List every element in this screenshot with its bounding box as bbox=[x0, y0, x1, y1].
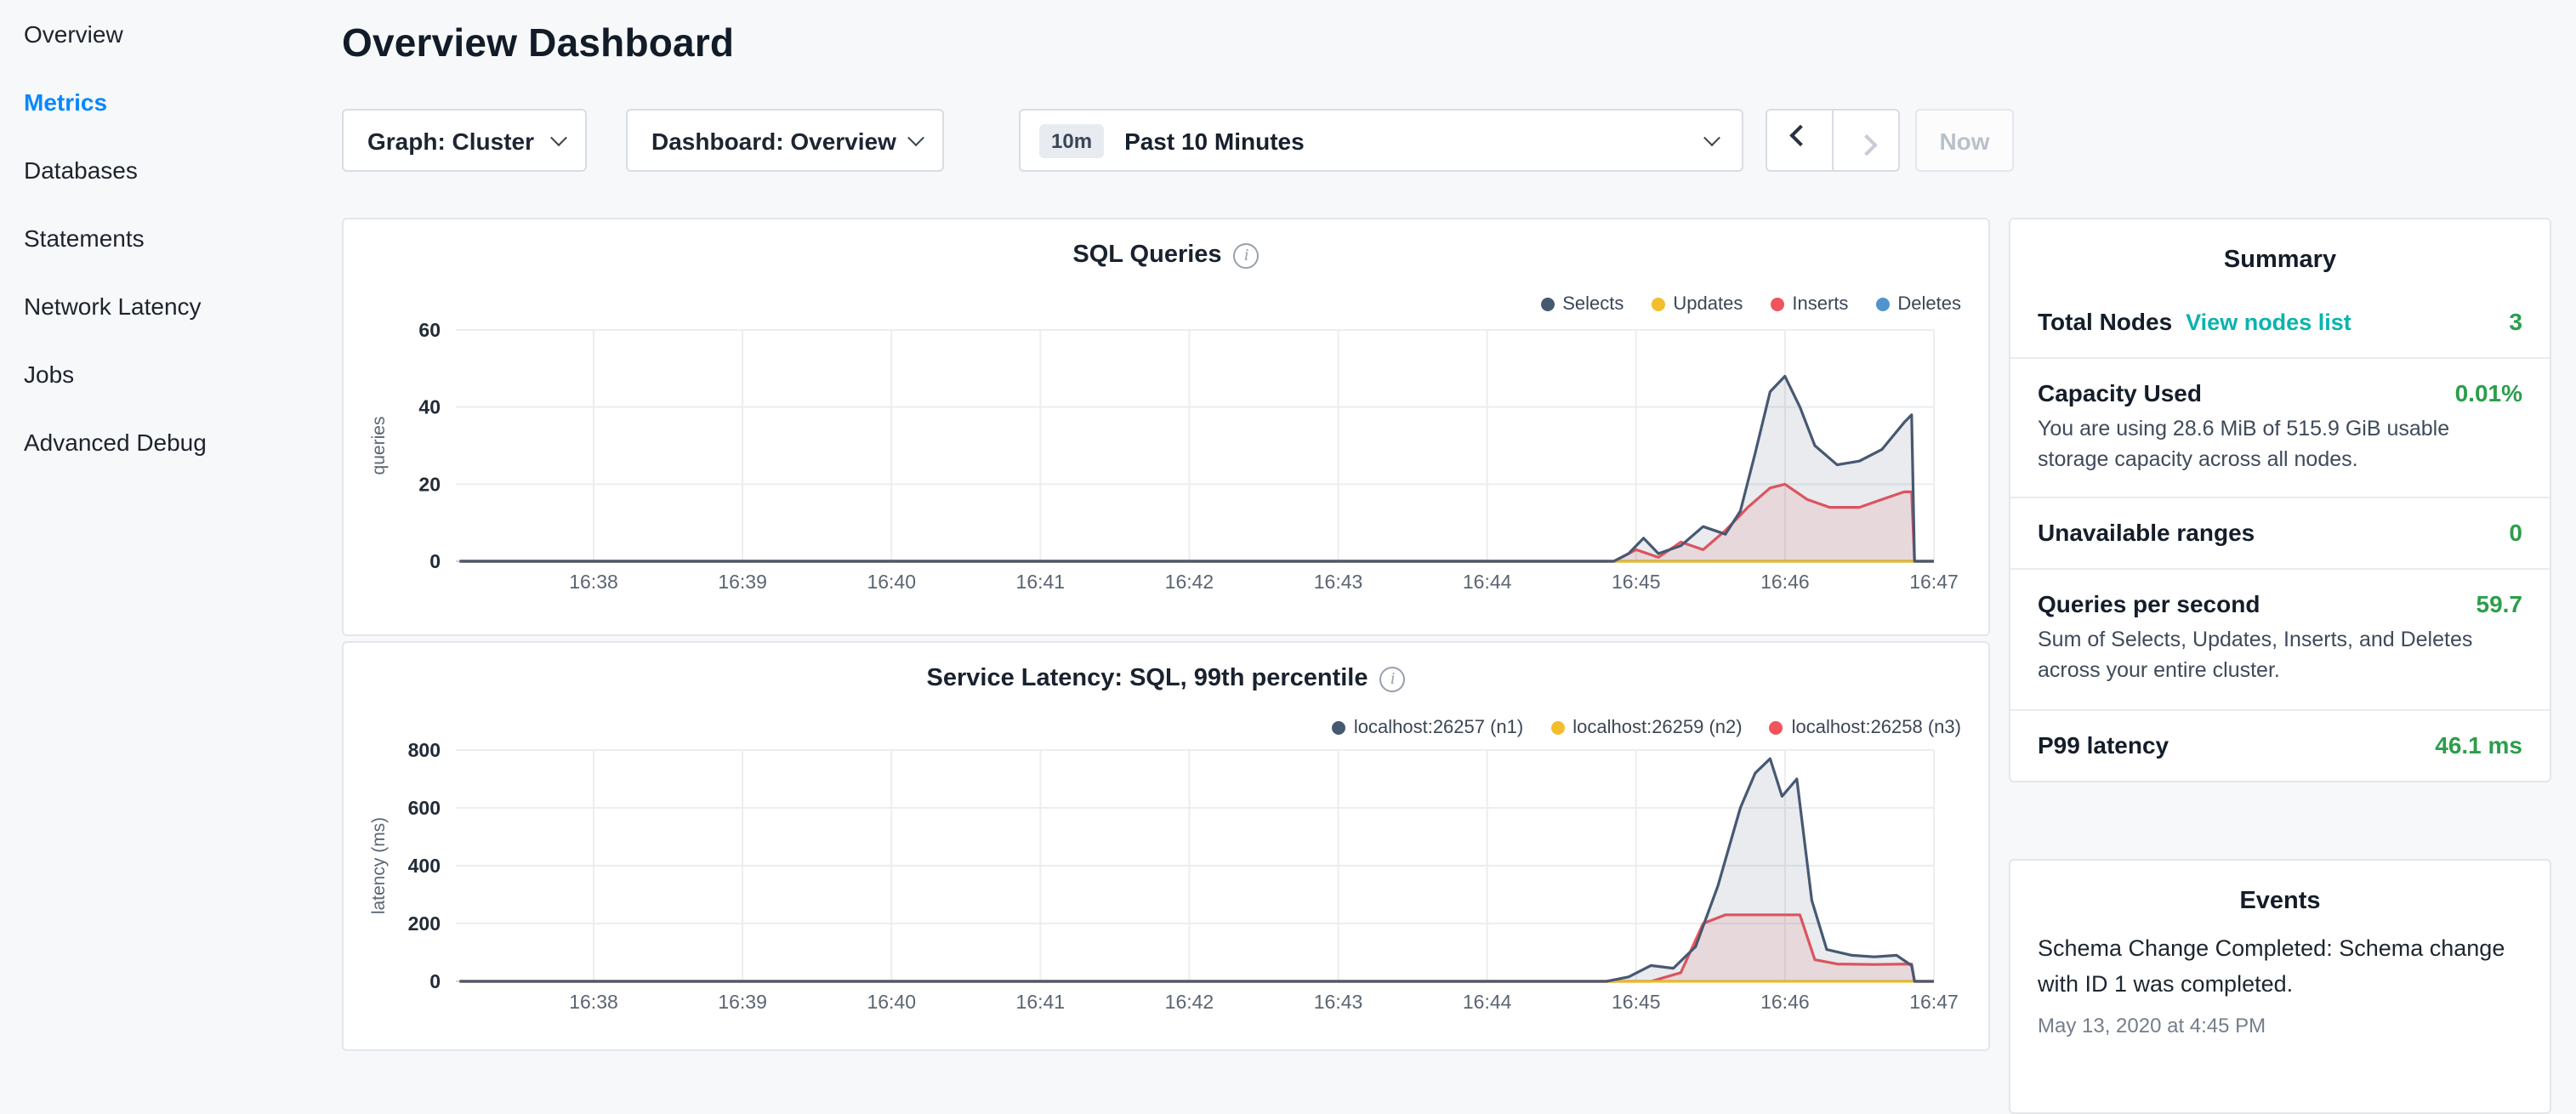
svg-text:16:47: 16:47 bbox=[1909, 571, 1959, 593]
svg-text:800: 800 bbox=[408, 739, 441, 761]
svg-text:16:41: 16:41 bbox=[1016, 571, 1066, 593]
summary-row-subtext: You are using 28.6 MiB of 515.9 GiB usab… bbox=[2038, 413, 2522, 475]
svg-text:16:42: 16:42 bbox=[1165, 991, 1214, 1013]
now-button[interactable]: Now bbox=[1915, 109, 2014, 172]
summary-row-value: 46.1 ms bbox=[2435, 730, 2522, 758]
dashboard-dropdown[interactable]: Dashboard: Overview bbox=[626, 109, 944, 172]
summary-row-value: 0.01% bbox=[2455, 379, 2522, 406]
sidebar-item-statements[interactable]: Statements bbox=[0, 204, 333, 272]
svg-text:16:43: 16:43 bbox=[1314, 571, 1363, 593]
chart-panel-service-latency: Service Latency: SQL, 99th percentileilo… bbox=[342, 641, 1990, 1051]
event-timestamp: May 13, 2020 at 4:45 PM bbox=[2038, 1014, 2522, 1037]
summary-row: Queries per second 59.7 Sum of Selects, Up… bbox=[2010, 571, 2550, 711]
summary-row-subtext: Sum of Selects, Updates, Inserts, and De… bbox=[2038, 625, 2522, 687]
time-range-dropdown[interactable]: 10m Past 10 Minutes bbox=[1019, 109, 1743, 172]
summary-row: Unavailable ranges 0 bbox=[2010, 499, 2550, 571]
chart-plot-area[interactable]: 16:38 16:39 16:40 16:41 16:42 16:43 16:44 16:45… bbox=[344, 643, 1988, 1049]
summary-row: Total Nodes View nodes list 3 bbox=[2010, 287, 2550, 359]
svg-text:16:40: 16:40 bbox=[867, 571, 916, 593]
svg-text:0: 0 bbox=[429, 970, 441, 992]
svg-text:20: 20 bbox=[418, 473, 441, 495]
svg-text:200: 200 bbox=[408, 912, 441, 935]
summary-row-label: Queries per second bbox=[2038, 591, 2260, 618]
event-item[interactable]: Schema Change Completed: Schema change w… bbox=[2010, 929, 2550, 1058]
chevron-down-icon bbox=[1703, 129, 1720, 146]
sidebar-item-overview[interactable]: Overview bbox=[0, 0, 333, 68]
svg-text:16:46: 16:46 bbox=[1760, 991, 1810, 1013]
graph-dropdown-label: Graph: Cluster bbox=[367, 127, 534, 154]
summary-row-label: Capacity Used bbox=[2038, 379, 2202, 406]
events-panel: Events Schema Change Completed: Schema c… bbox=[2009, 859, 2551, 1114]
summary-row-value: 0 bbox=[2509, 520, 2522, 547]
svg-text:60: 60 bbox=[418, 319, 441, 341]
chevron-left-icon bbox=[1788, 125, 1810, 146]
time-range-badge: 10m bbox=[1039, 123, 1104, 157]
svg-text:40: 40 bbox=[418, 396, 441, 418]
svg-text:400: 400 bbox=[408, 855, 441, 877]
chart-plot-area[interactable]: 16:38 16:39 16:40 16:41 16:42 16:43 16:44 16:45… bbox=[344, 219, 1988, 634]
svg-text:16:46: 16:46 bbox=[1760, 571, 1810, 593]
right-column: Summary Total Nodes View nodes list 3 Capac… bbox=[2009, 218, 2551, 1051]
time-pager bbox=[1766, 109, 1900, 172]
sidebar-item-network-latency[interactable]: Network Latency bbox=[0, 272, 333, 340]
summary-row: Capacity Used 0.01% You are using 28.6 MiB… bbox=[2010, 359, 2550, 499]
time-range-label: Past 10 Minutes bbox=[1124, 127, 1706, 154]
summary-row-label: Total Nodes bbox=[2038, 308, 2172, 335]
app-root: OverviewMetricsDatabasesStatementsNetwor… bbox=[0, 0, 2576, 1051]
svg-text:queries: queries bbox=[369, 417, 389, 475]
summary-row-label: Unavailable ranges bbox=[2038, 520, 2255, 547]
svg-text:16:38: 16:38 bbox=[569, 991, 618, 1013]
chevron-down-icon bbox=[550, 129, 567, 146]
svg-text:16:40: 16:40 bbox=[867, 991, 916, 1013]
svg-text:16:39: 16:39 bbox=[718, 571, 767, 593]
chart-panel-sql-queries: SQL QueriesiSelectsUpdatesInsertsDeletes… bbox=[342, 218, 1990, 636]
svg-text:16:45: 16:45 bbox=[1612, 571, 1661, 593]
sidebar-item-advanced-debug[interactable]: Advanced Debug bbox=[0, 408, 333, 476]
svg-text:0: 0 bbox=[429, 550, 441, 572]
svg-text:16:45: 16:45 bbox=[1612, 991, 1661, 1013]
sidebar: OverviewMetricsDatabasesStatementsNetwor… bbox=[0, 0, 333, 1051]
time-forward-button[interactable] bbox=[1832, 109, 1900, 172]
summary-row-value: 59.7 bbox=[2476, 591, 2523, 618]
svg-text:600: 600 bbox=[408, 797, 441, 819]
svg-text:16:43: 16:43 bbox=[1314, 991, 1363, 1013]
time-back-button[interactable] bbox=[1766, 109, 1834, 172]
events-title: Events bbox=[2010, 888, 2550, 915]
svg-text:16:38: 16:38 bbox=[569, 571, 618, 593]
svg-text:16:44: 16:44 bbox=[1463, 991, 1512, 1013]
summary-row: P99 latency 46.1 ms bbox=[2010, 710, 2550, 780]
event-text: Schema Change Completed: Schema change w… bbox=[2038, 932, 2522, 1003]
view-nodes-link[interactable]: View nodes list bbox=[2186, 310, 2351, 335]
dashboard-dropdown-label: Dashboard: Overview bbox=[651, 127, 896, 154]
svg-text:16:47: 16:47 bbox=[1909, 991, 1959, 1013]
svg-text:latency (ms): latency (ms) bbox=[369, 817, 389, 914]
summary-title: Summary bbox=[2010, 247, 2550, 274]
svg-text:16:44: 16:44 bbox=[1463, 571, 1512, 593]
page-title: Overview Dashboard bbox=[342, 20, 734, 66]
chevron-right-icon bbox=[1855, 134, 1876, 156]
svg-text:16:41: 16:41 bbox=[1016, 991, 1066, 1013]
sidebar-item-databases[interactable]: Databases bbox=[0, 136, 333, 204]
summary-row-label: P99 latency bbox=[2038, 730, 2169, 758]
summary-row-value: 3 bbox=[2509, 308, 2522, 335]
svg-text:16:39: 16:39 bbox=[718, 991, 767, 1013]
sidebar-item-jobs[interactable]: Jobs bbox=[0, 340, 333, 408]
chevron-down-icon bbox=[907, 129, 924, 146]
graph-dropdown[interactable]: Graph: Cluster bbox=[342, 109, 587, 172]
summary-panel: Summary Total Nodes View nodes list 3 Capac… bbox=[2009, 218, 2551, 782]
svg-text:16:42: 16:42 bbox=[1165, 571, 1214, 593]
sidebar-item-metrics[interactable]: Metrics bbox=[0, 68, 333, 136]
